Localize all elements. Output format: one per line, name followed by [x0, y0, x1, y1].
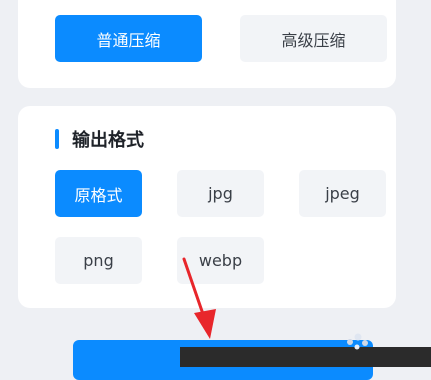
- output-format-heading: 输出格式: [55, 127, 144, 151]
- output-format-title: 输出格式: [72, 130, 144, 151]
- overlay-strip: [180, 347, 431, 367]
- sparkle-icon: [347, 333, 368, 350]
- normal-compress-button[interactable]: 普通压缩: [55, 15, 202, 62]
- format-option-original[interactable]: 原格式: [55, 170, 142, 217]
- format-option-jpg[interactable]: jpg: [177, 170, 264, 217]
- pointer-arrow-icon: [182, 257, 216, 339]
- format-option-png[interactable]: png: [55, 237, 142, 284]
- format-option-jpeg[interactable]: jpeg: [299, 170, 386, 217]
- advanced-compress-button[interactable]: 高级压缩: [240, 15, 387, 62]
- section-accent-bar: [55, 129, 59, 149]
